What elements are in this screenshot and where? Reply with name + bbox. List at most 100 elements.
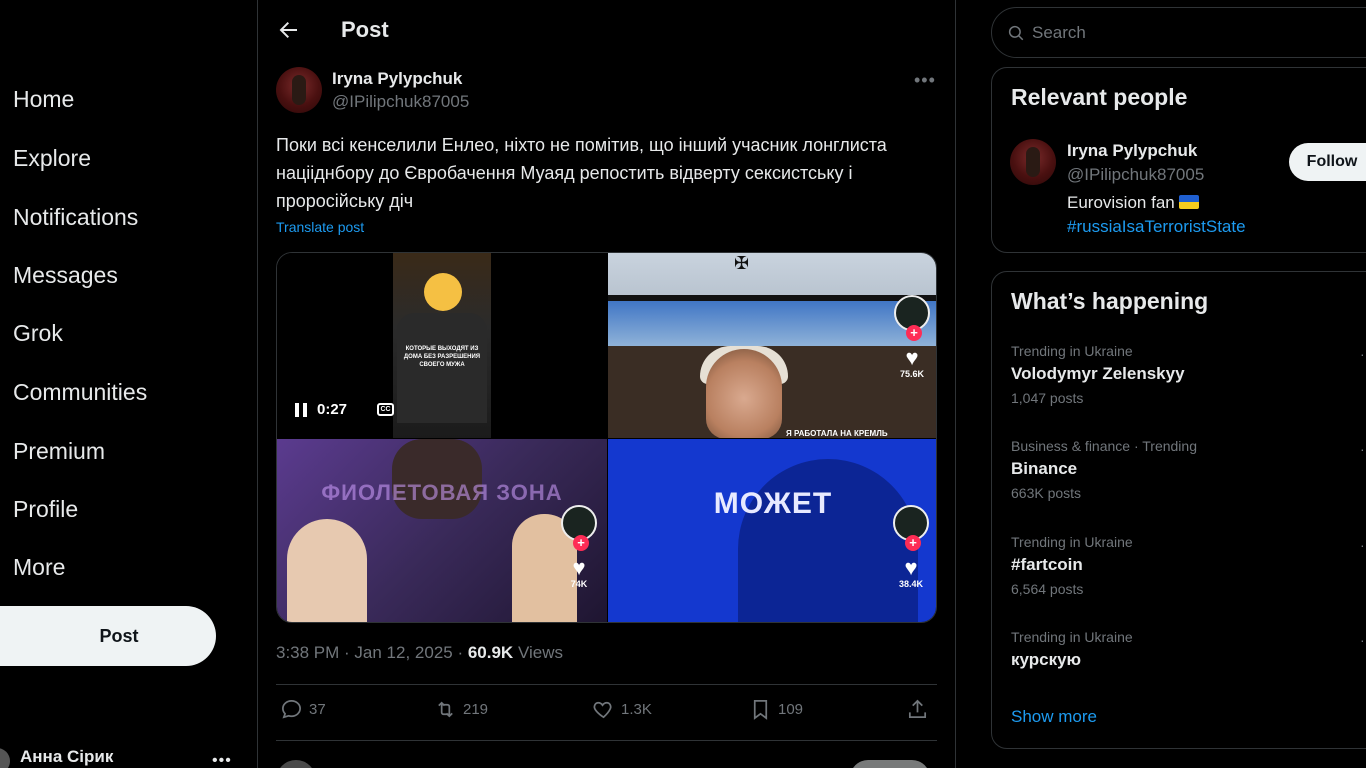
- video-controls: 0:27 CC: [295, 401, 395, 418]
- post-actions: 37 219 1.3K 109: [276, 698, 937, 728]
- reply-submit-button[interactable]: [850, 760, 930, 768]
- share-button[interactable]: [906, 698, 929, 721]
- translate-post-link[interactable]: Translate post: [276, 219, 364, 235]
- search-input[interactable]: [1032, 21, 1332, 45]
- views-count: 60.9K: [467, 643, 514, 662]
- trend-count: 6,564 posts: [1011, 581, 1084, 597]
- image-subtitle: Я РАБОТАЛА НА КРЕМЛЬ: [786, 429, 888, 438]
- whats-happening-panel: What’s happening Trending in Ukraine Vol…: [991, 271, 1366, 749]
- back-arrow-icon[interactable]: [276, 18, 300, 42]
- closed-captions-icon[interactable]: CC: [377, 403, 395, 416]
- video-caption: КОТОРЫЕ ВЫХОДЯТ ИЗ ДОМА БЕЗ РАЗРЕШЕНИЯ С…: [403, 346, 481, 368]
- trend-item[interactable]: Trending in Ukraine #fartcoin 6,564 post…: [1011, 534, 1366, 597]
- relevant-person-bio: Eurovision fan: [1067, 193, 1199, 213]
- post-date[interactable]: Jan 12, 2025: [354, 643, 452, 662]
- repost-count: 219: [463, 701, 489, 718]
- search-box[interactable]: [991, 7, 1366, 58]
- trend-name: Volodymyr Zelenskyy: [1011, 364, 1185, 383]
- image-person-left: [287, 519, 367, 622]
- nav-home[interactable]: Home: [13, 86, 74, 113]
- account-more-icon[interactable]: •••: [212, 752, 232, 768]
- nav-messages[interactable]: Messages: [13, 262, 118, 289]
- image-face: [706, 349, 782, 438]
- author-avatar[interactable]: [276, 67, 322, 113]
- media-image-3[interactable]: ФИОЛЕТОВАЯ ЗОНА + ♥ 74K: [277, 439, 607, 622]
- relevant-person-hashtag[interactable]: #russiaIsaTerroristState: [1067, 217, 1246, 237]
- trend-more-icon[interactable]: ·: [1360, 441, 1365, 457]
- follow-plus-icon: +: [573, 535, 589, 551]
- follow-plus-icon: +: [905, 535, 921, 551]
- trend-item[interactable]: Business & finance · Trending Binance 66…: [1011, 438, 1366, 501]
- author-name[interactable]: Iryna Pylypchuk: [332, 69, 462, 89]
- nav-profile[interactable]: Profile: [13, 496, 78, 523]
- bookmark-count: 109: [778, 701, 804, 718]
- trend-name: #fartcoin: [1011, 555, 1083, 574]
- bookmark-button[interactable]: 109: [749, 698, 803, 721]
- like-count: 75.6K: [899, 369, 925, 379]
- relevant-person-handle[interactable]: @IPilipchuk87005: [1067, 165, 1204, 185]
- account-avatar: [0, 748, 10, 768]
- image-bar: [608, 295, 936, 301]
- nav-explore[interactable]: Explore: [13, 145, 91, 172]
- compose-post-button[interactable]: Post: [0, 606, 216, 666]
- image-word: МОЖЕТ: [713, 487, 833, 520]
- pause-icon[interactable]: [295, 402, 307, 417]
- like-count: 38.4K: [898, 579, 924, 589]
- account-name: Анна Сірик: [20, 747, 114, 766]
- nav-communities[interactable]: Communities: [13, 379, 147, 406]
- trend-more-icon[interactable]: ·: [1360, 537, 1365, 553]
- like-count: 74K: [570, 579, 588, 589]
- tiktok-sidebar: + ♥ 75.6K: [892, 295, 932, 379]
- repost-button[interactable]: 219: [434, 698, 488, 721]
- nav-grok[interactable]: Grok: [13, 320, 63, 347]
- heart-icon: ♥: [572, 555, 586, 580]
- trend-item[interactable]: Trending in Ukraine курскую: [1011, 629, 1366, 676]
- show-more-link[interactable]: Show more: [1011, 707, 1097, 727]
- whats-happening-title: What’s happening: [1011, 288, 1209, 314]
- divider: [276, 740, 937, 741]
- trend-context: Business & finance · Trending: [1011, 438, 1197, 454]
- like-button[interactable]: 1.3K: [592, 698, 652, 721]
- face-emoji-icon: [424, 273, 462, 311]
- post-meta: 3:38 PM · Jan 12, 2025 · 60.9K Views: [276, 643, 563, 662]
- trend-more-icon[interactable]: ·: [1360, 632, 1365, 648]
- follow-button[interactable]: Follow: [1289, 143, 1366, 181]
- trend-count: 1,047 posts: [1011, 390, 1084, 406]
- nav-notifications[interactable]: Notifications: [13, 204, 138, 231]
- trend-name: курскую: [1011, 650, 1082, 669]
- post-media-grid[interactable]: КОТОРЫЕ ВЫХОДЯТ ИЗ ДОМА БЕЗ РАЗРЕШЕНИЯ С…: [276, 252, 937, 623]
- creator-avatar: +: [561, 505, 597, 551]
- video-time: 0:27: [317, 401, 348, 418]
- heart-icon: ♥: [904, 555, 918, 580]
- trend-context: Trending in Ukraine: [1011, 629, 1133, 645]
- trend-more-icon[interactable]: ·: [1360, 346, 1365, 362]
- heart-icon: ♥: [905, 345, 919, 370]
- media-image-2[interactable]: ✠ Я РАБОТАЛА НА КРЕМЛЬ + ♥ 75.6K: [608, 253, 936, 438]
- account-switcher[interactable]: Анна Сірик •••: [0, 742, 250, 768]
- media-image-4[interactable]: МОЖЕТ + ♥ 38.4K: [608, 439, 936, 622]
- divider: [276, 684, 937, 685]
- post-more-icon[interactable]: •••: [914, 70, 936, 90]
- tiktok-sidebar: + ♥ 74K: [559, 505, 599, 589]
- relevant-person-name[interactable]: Iryna Pylypchuk: [1067, 141, 1197, 161]
- creator-avatar: +: [893, 505, 929, 551]
- repost-icon: [438, 701, 453, 718]
- heart-outline-icon: [593, 701, 612, 719]
- post-time[interactable]: 3:38 PM: [276, 643, 339, 662]
- author-handle[interactable]: @IPilipchuk87005: [332, 92, 469, 112]
- right-sidebar: Relevant people Iryna Pylypchuk @IPilipc…: [957, 0, 1366, 768]
- trend-item[interactable]: Trending in Ukraine Volodymyr Zelenskyy …: [1011, 343, 1366, 406]
- cross-icon: ✠: [734, 253, 750, 273]
- media-video-frame[interactable]: КОТОРЫЕ ВЫХОДЯТ ИЗ ДОМА БЕЗ РАЗРЕШЕНИЯ С…: [277, 253, 607, 438]
- reply-button[interactable]: 37: [280, 698, 326, 721]
- left-nav: Home Explore Notifications Messages Grok…: [0, 0, 258, 768]
- bookmark-icon: [753, 700, 768, 720]
- main-column: Post Iryna Pylypchuk @IPilipchuk87005 ••…: [258, 0, 956, 768]
- relevant-people-panel: Relevant people Iryna Pylypchuk @IPilipc…: [991, 67, 1366, 253]
- trend-count: 663K posts: [1011, 485, 1082, 501]
- trend-context: Trending in Ukraine: [1011, 534, 1133, 550]
- nav-more[interactable]: More: [13, 554, 65, 581]
- tiktok-sidebar: + ♥ 38.4K: [891, 505, 931, 589]
- nav-premium[interactable]: Premium: [13, 438, 105, 465]
- relevant-person-avatar[interactable]: [1010, 139, 1056, 185]
